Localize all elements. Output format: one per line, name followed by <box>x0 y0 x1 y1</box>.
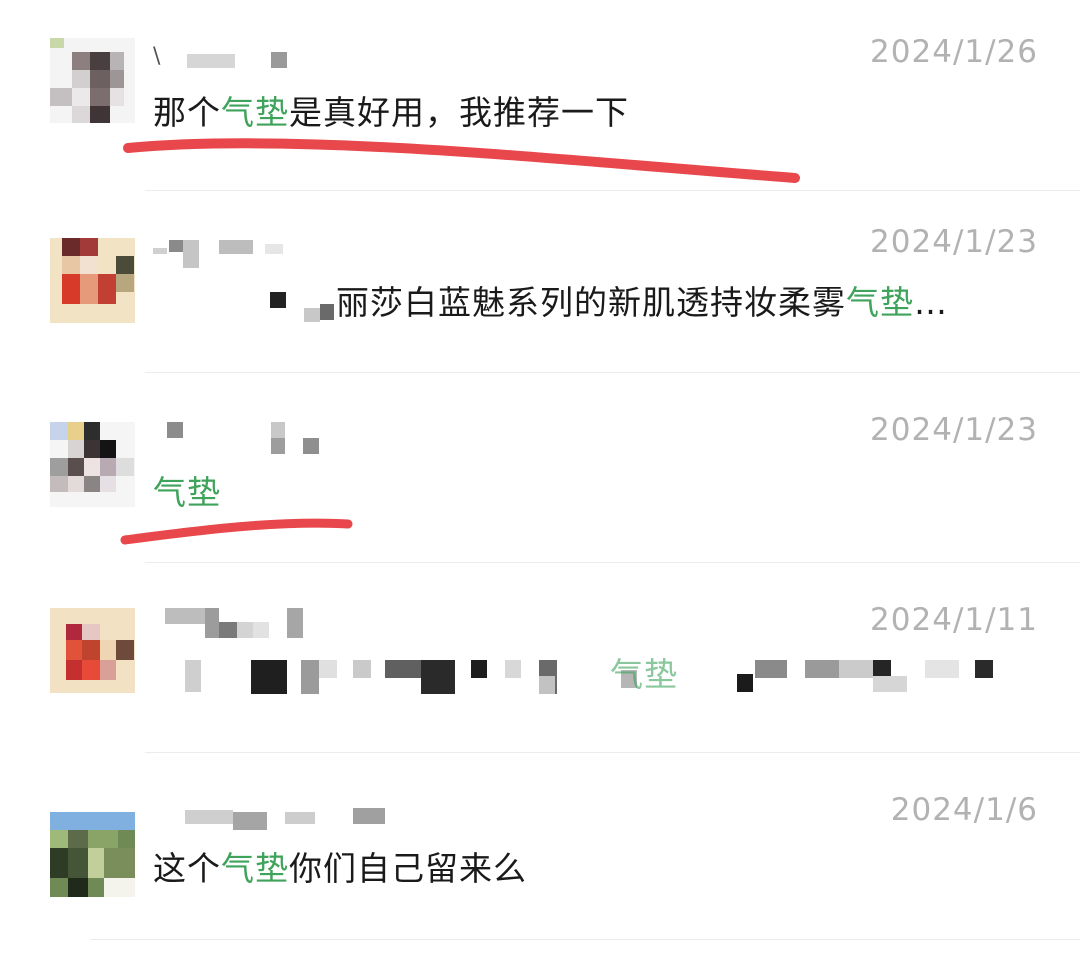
chat-result-item[interactable]: 2024/1/23 丽莎白蓝魅系列的新肌透持妆柔雾气垫… <box>0 190 1080 372</box>
divider <box>145 562 1080 563</box>
keyword-highlight: 气垫 <box>846 283 914 322</box>
divider <box>90 939 1080 940</box>
keyword-highlight: 气垫 <box>610 655 678 694</box>
timestamp: 2024/1/26 <box>870 34 1038 70</box>
message-text: 这个气垫你们自己留来么 <box>153 849 527 888</box>
timestamp: 2024/1/23 <box>870 224 1038 260</box>
avatar <box>50 812 135 897</box>
divider <box>145 752 1080 753</box>
message-text: 丽莎白蓝魅系列的新肌透持妆柔雾气垫… <box>336 283 948 322</box>
chat-result-item[interactable]: \ 2024/1/26 那个气垫是真好用，我推荐一下 <box>0 0 1080 190</box>
chat-result-item[interactable]: 2024/1/6 这个气垫你们自己留来么 <box>0 752 1080 970</box>
keyword-highlight: 气垫 <box>221 93 289 132</box>
divider <box>145 372 1080 373</box>
avatar <box>50 38 135 123</box>
timestamp: 2024/1/23 <box>870 412 1038 448</box>
timestamp: 2024/1/6 <box>890 792 1038 828</box>
avatar <box>50 608 135 693</box>
message-text: 气垫 <box>153 466 221 514</box>
avatar <box>50 238 135 323</box>
timestamp: 2024/1/11 <box>870 602 1038 638</box>
message-text: 那个气垫是真好用，我推荐一下 <box>153 93 629 132</box>
message-text-partial: 气垫 <box>610 648 678 696</box>
chat-result-item[interactable]: 2024/1/23 气垫 <box>0 372 1080 562</box>
avatar <box>50 422 135 507</box>
keyword-highlight: 气垫 <box>153 473 221 512</box>
chat-result-item[interactable]: 2024/1/11 气垫 <box>0 562 1080 752</box>
divider <box>145 190 1080 191</box>
keyword-highlight: 气垫 <box>221 849 289 888</box>
